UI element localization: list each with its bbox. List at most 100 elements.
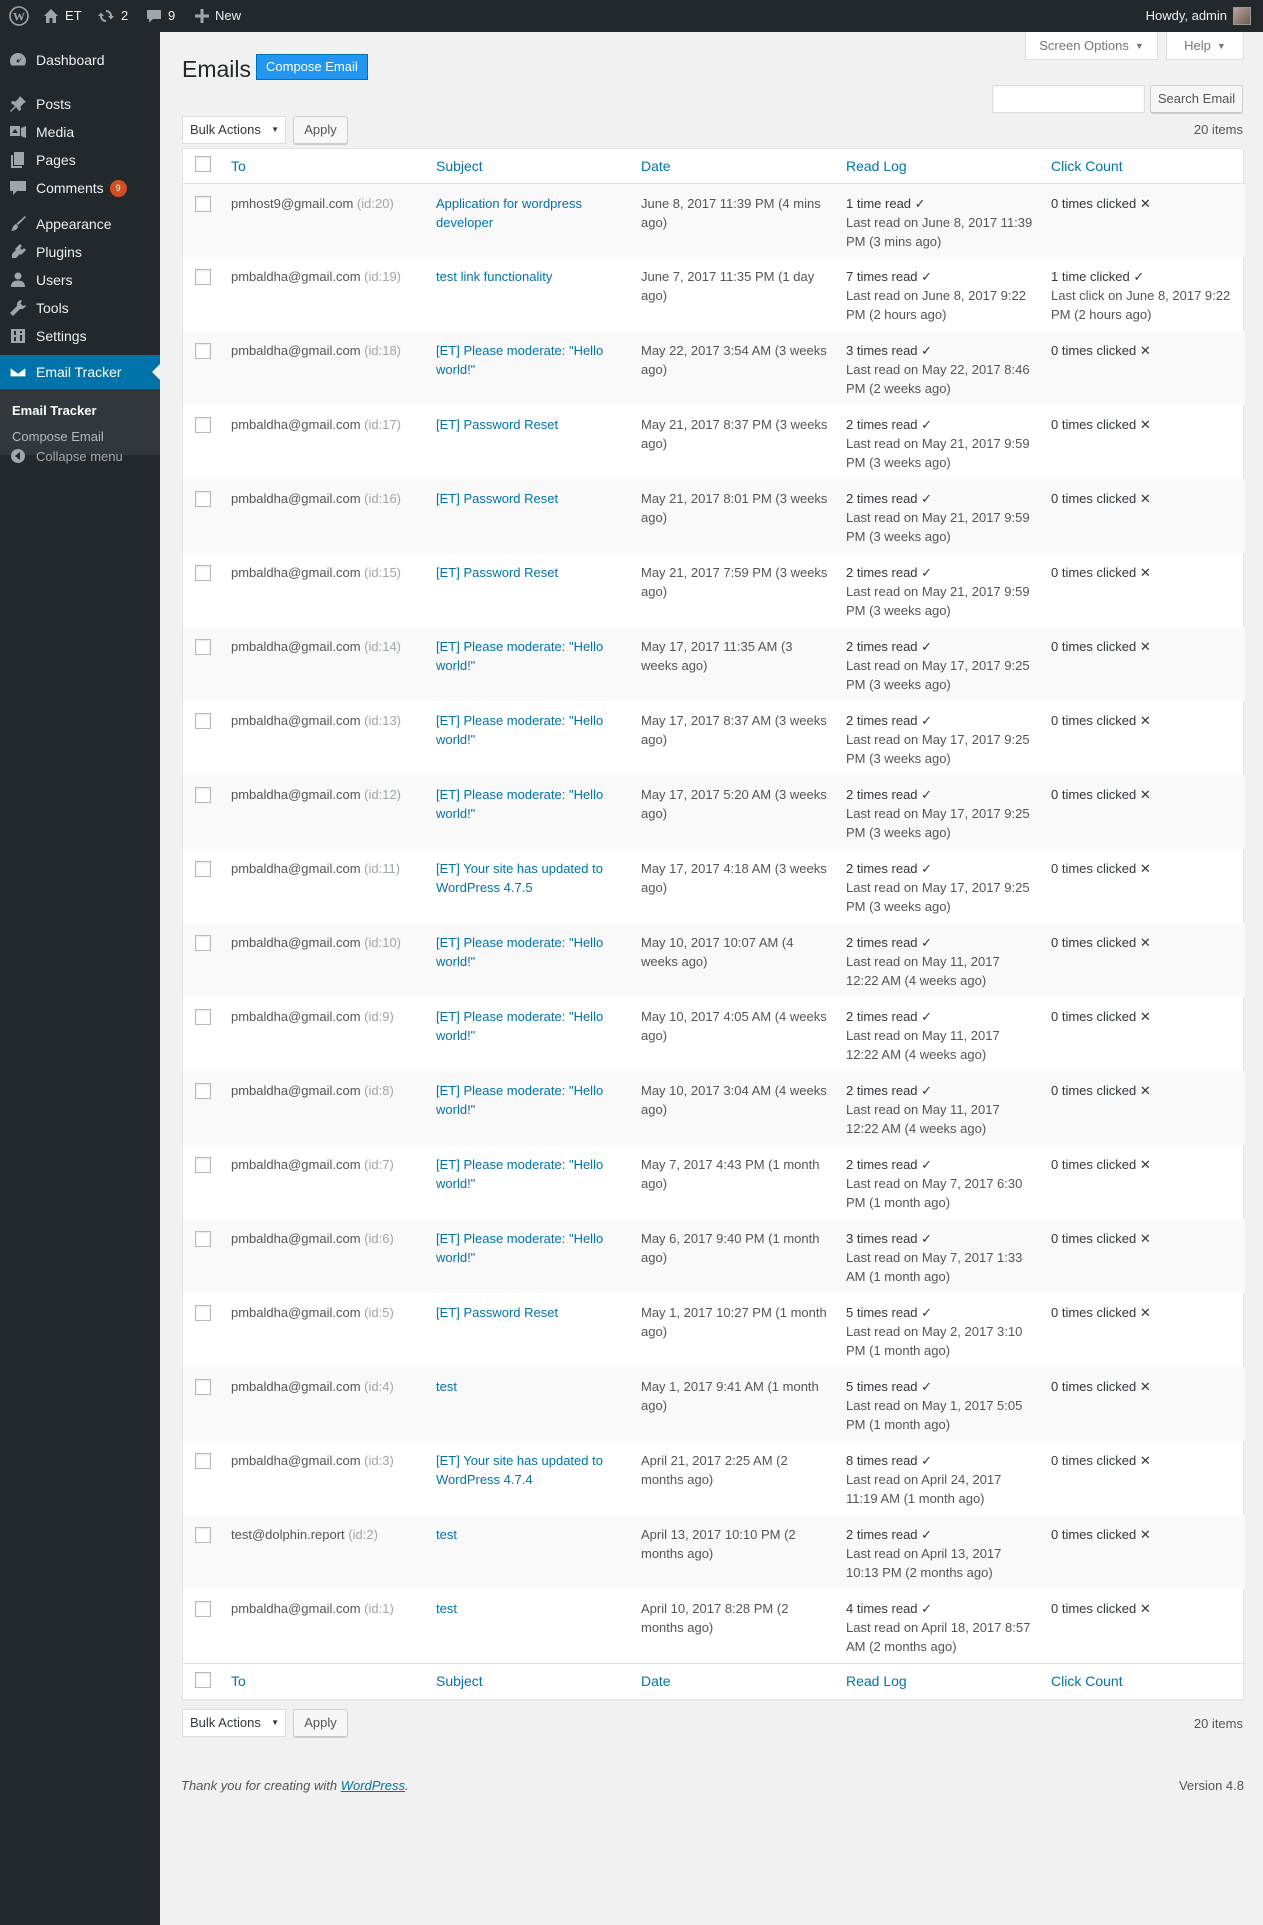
table-row: pmbaldha@gmail.com (id:15) [ET] Password … [183,553,1245,627]
last-read: Last read on May 1, 2017 5:05 PM (1 mont… [846,1398,1023,1432]
apply-button-bottom[interactable]: Apply [293,1709,348,1737]
comments-link[interactable]: 9 [146,0,175,32]
row-checkbox[interactable] [195,639,211,655]
subject-link[interactable]: [ET] Your site has updated to WordPress … [436,861,603,895]
column-header-subject[interactable]: Subject [428,149,633,184]
row-checkbox[interactable] [195,935,211,951]
row-checkbox-cell [183,1219,223,1293]
subject-link[interactable]: [ET] Please moderate: "Hello world!" [436,1231,603,1265]
last-read: Last read on May 17, 2017 9:25 PM (3 wee… [846,880,1030,914]
subject-link[interactable]: test [436,1379,457,1394]
row-checkbox[interactable] [195,713,211,729]
row-checkbox[interactable] [195,343,211,359]
column-footer-subject[interactable]: Subject [428,1662,633,1699]
select-all-checkbox[interactable] [195,156,211,173]
click-count: 0 times clicked [1051,343,1137,358]
click-count: 0 times clicked [1051,713,1137,728]
sidebar-item-dashboard[interactable]: Dashboard [0,43,160,77]
row-checkbox[interactable] [195,269,211,285]
media-icon [0,123,36,141]
subject-cell: [ET] Please moderate: "Hello world!" [428,923,633,997]
site-home-link[interactable]: ET [43,0,82,32]
search-input[interactable] [992,85,1145,113]
column-header-date[interactable]: Date [633,149,838,184]
screen-options-button[interactable]: Screen Options ▼ [1025,32,1158,60]
row-checkbox[interactable] [195,1453,211,1469]
column-footer-click-count[interactable]: Click Count [1043,1662,1245,1699]
recipient-email: pmbaldha@gmail.com [231,269,361,284]
my-account[interactable]: Howdy, admin [1146,0,1251,32]
row-checkbox[interactable] [195,1157,211,1173]
bulk-actions-select-bottom[interactable]: Bulk Actions ▼ [182,1709,286,1737]
sidebar-item-email-tracker[interactable]: Email Tracker [0,355,160,389]
apply-button-top[interactable]: Apply [293,116,348,144]
search-email-button[interactable]: Search Email [1150,85,1243,113]
column-footer-to[interactable]: To [223,1662,428,1699]
row-checkbox[interactable] [195,1009,211,1025]
select-all-checkbox-bottom[interactable] [195,1671,211,1688]
row-checkbox[interactable] [195,417,211,433]
column-header-to[interactable]: To [223,149,428,184]
column-header-click-count[interactable]: Click Count [1043,149,1245,184]
subject-link[interactable]: test [436,1527,457,1542]
row-checkbox[interactable] [195,1083,211,1099]
subject-link[interactable]: [ET] Your site has updated to WordPress … [436,1453,603,1487]
click-count: 0 times clicked [1051,1009,1137,1024]
subject-link[interactable]: [ET] Please moderate: "Hello world!" [436,713,603,747]
sidebar-item-settings[interactable]: Settings [0,319,160,353]
column-footer-read-log[interactable]: Read Log [838,1662,1043,1699]
subject-link[interactable]: [ET] Password Reset [436,565,558,580]
row-checkbox[interactable] [195,1601,211,1617]
last-read: Last read on June 8, 2017 11:39 PM (3 mi… [846,214,1033,249]
row-checkbox[interactable] [195,491,211,507]
subject-link[interactable]: [ET] Password Reset [436,1305,558,1320]
row-checkbox-cell [183,1441,223,1515]
wordpress-logo-icon[interactable]: W [9,0,29,32]
row-checkbox[interactable] [195,1305,211,1321]
compose-email-button[interactable]: Compose Email [256,54,368,80]
table-row: pmbaldha@gmail.com (id:16) [ET] Password … [183,479,1245,553]
subject-link[interactable]: [ET] Please moderate: "Hello world!" [436,1009,603,1043]
subject-link[interactable]: [ET] Password Reset [436,417,558,432]
row-checkbox[interactable] [195,787,211,803]
subject-link[interactable]: [ET] Please moderate: "Hello world!" [436,1083,603,1117]
row-checkbox-cell [183,997,223,1071]
sidebar-item-label: Dashboard [36,52,105,68]
new-content-link[interactable]: New [195,0,241,32]
row-checkbox[interactable] [195,1527,211,1543]
screen-options-label: Screen Options [1039,38,1129,53]
click-count: 0 times clicked [1051,639,1137,654]
row-checkbox[interactable] [195,861,211,877]
subject-link[interactable]: [ET] Password Reset [436,491,558,506]
click-count-cell: 1 time clicked ✓ Last click on June 8, 20… [1043,257,1245,331]
subject-link[interactable]: [ET] Please moderate: "Hello world!" [436,343,603,377]
read-count: 2 times read [846,713,918,728]
row-checkbox[interactable] [195,1231,211,1247]
subject-link[interactable]: [ET] Please moderate: "Hello world!" [436,935,603,969]
row-checkbox[interactable] [195,565,211,581]
sidebar-item-label: Settings [36,328,87,344]
click-count-cell: 0 times clicked ✕ [1043,183,1245,257]
help-button[interactable]: Help ▼ [1166,32,1244,60]
row-checkbox[interactable] [195,1379,211,1395]
column-footer-date[interactable]: Date [633,1662,838,1699]
click-count-cell: 0 times clicked ✕ [1043,1441,1245,1515]
subject-link[interactable]: [ET] Please moderate: "Hello world!" [436,1157,603,1191]
subject-link[interactable]: [ET] Please moderate: "Hello world!" [436,639,603,673]
subject-link[interactable]: test [436,1601,457,1616]
recipient-email: test@dolphin.report [231,1527,345,1542]
subject-link[interactable]: test link functionality [436,269,552,284]
updates-link[interactable]: 2 [97,0,128,32]
column-header-read-log[interactable]: Read Log [838,149,1043,184]
subject-link[interactable]: [ET] Please moderate: "Hello world!" [436,787,603,821]
submenu-item-email-tracker[interactable]: Email Tracker [12,403,97,418]
sidebar-item-comments[interactable]: Comments 9 [0,171,160,205]
read-count: 2 times read [846,491,918,506]
to-cell: pmbaldha@gmail.com (id:19) [223,257,428,331]
wordpress-link[interactable]: WordPress [341,1778,405,1793]
collapse-menu-button[interactable]: Collapse menu [0,439,160,473]
cross-icon: ✕ [1139,861,1151,876]
bulk-actions-select-top[interactable]: Bulk Actions ▼ [182,116,286,144]
row-checkbox[interactable] [195,195,211,212]
subject-link[interactable]: Application for wordpress developer [436,196,582,230]
